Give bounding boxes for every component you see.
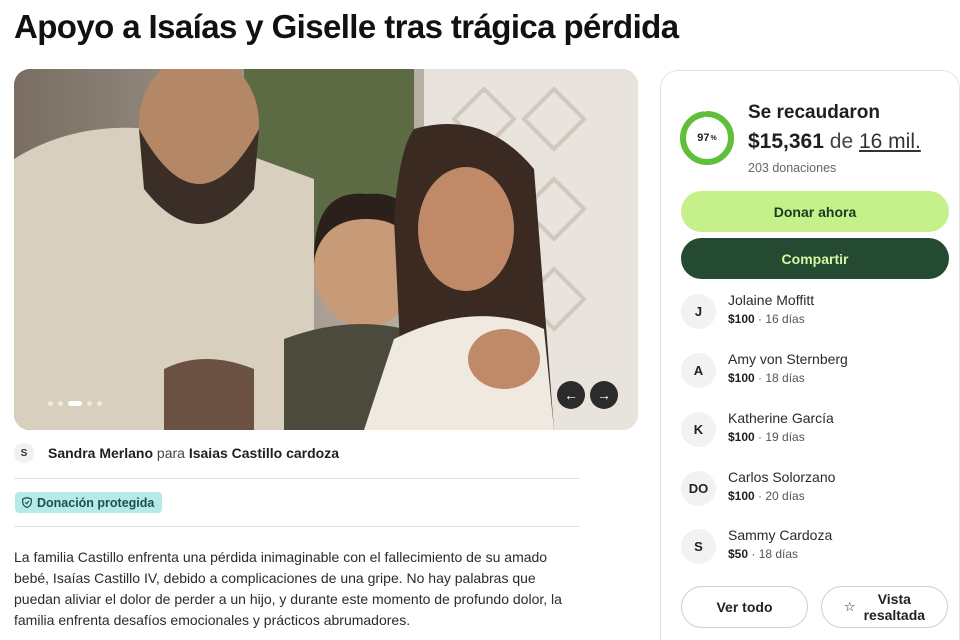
raised-amount-line: $15,361 de 16 mil.	[748, 130, 921, 154]
divider	[14, 526, 580, 527]
donor-item: J Jolaine Moffitt $100 · 16 días	[681, 292, 951, 332]
donor-time: · 19 días	[754, 430, 805, 444]
donation-card: 97% Se recaudaron $15,361 de 16 mil. 203…	[660, 70, 960, 640]
family-photo-illustration	[14, 69, 638, 430]
shield-icon	[22, 497, 32, 508]
donor-amount: $100	[728, 489, 755, 503]
featured-view-label: Vista resaltada	[864, 591, 925, 623]
donor-meta: $50 · 18 días	[728, 547, 798, 561]
star-icon: ☆	[843, 599, 856, 614]
donor-name: Carlos Solorzano	[728, 469, 836, 485]
donor-avatar: A	[681, 353, 716, 388]
donor-avatar: S	[681, 529, 716, 564]
organizer-text: Sandra Merlano para Isaias Castillo card…	[48, 445, 339, 461]
donor-avatar: K	[681, 412, 716, 447]
protected-donation-badge[interactable]: Donación protegida	[15, 492, 163, 513]
carousel-indicators[interactable]	[48, 401, 102, 406]
donor-time: · 16 días	[754, 312, 805, 326]
progress-percent-unit: %	[710, 134, 717, 142]
carousel-dot[interactable]	[58, 401, 63, 406]
carousel-dot[interactable]	[87, 401, 92, 406]
campaign-story: La familia Castillo enfrenta una pérdida…	[14, 549, 562, 628]
donor-avatar: DO	[681, 471, 716, 506]
carousel-dot-active[interactable]	[68, 401, 82, 406]
of-word: de	[829, 130, 854, 153]
donor-item: S Sammy Cardoza $50 · 18 días	[681, 527, 951, 567]
donate-now-button[interactable]: Donar ahora	[681, 191, 949, 232]
donor-avatar: J	[681, 294, 716, 329]
arrow-left-icon: ←	[564, 387, 578, 403]
donor-amount: $50	[728, 547, 749, 561]
donor-item: A Amy von Sternberg $100 · 18 días	[681, 351, 951, 391]
campaign-photo[interactable]	[14, 69, 638, 430]
divider	[14, 478, 580, 479]
featured-view-label-line2: resaltada	[863, 607, 926, 623]
donor-amount: $100	[728, 430, 755, 444]
beneficiary-name[interactable]: Isaias Castillo cardoza	[189, 445, 339, 461]
organizer-name[interactable]: Sandra Merlano	[48, 445, 153, 461]
goal-amount[interactable]: 16 mil.	[859, 130, 921, 153]
donor-name: Amy von Sternberg	[728, 351, 848, 367]
donor-amount: $100	[728, 312, 755, 326]
donor-time: · 18 días	[754, 371, 805, 385]
donor-item: K Katherine García $100 · 19 días	[681, 410, 951, 450]
donor-meta: $100 · 20 días	[728, 489, 805, 503]
featured-view-button[interactable]: ☆ Vista resaltada	[821, 586, 948, 628]
donor-name: Jolaine Moffitt	[728, 292, 815, 308]
raised-label: Se recaudaron	[748, 102, 880, 123]
carousel-prev-button[interactable]: ←	[557, 381, 585, 409]
organizer-avatar: S	[14, 443, 34, 463]
donor-name: Sammy Cardoza	[728, 527, 833, 543]
carousel-dot[interactable]	[48, 401, 53, 406]
donor-meta: $100 · 16 días	[728, 312, 805, 326]
organizer-line: S Sandra Merlano para Isaias Castillo ca…	[14, 443, 339, 463]
carousel-next-button[interactable]: →	[590, 381, 618, 409]
donor-meta: $100 · 19 días	[728, 430, 805, 444]
donor-amount: $100	[728, 371, 755, 385]
donation-count: 203 donaciones	[748, 161, 837, 175]
see-all-button[interactable]: Ver todo	[681, 586, 808, 628]
badge-label: Donación protegida	[37, 495, 155, 510]
arrow-right-icon: →	[597, 387, 611, 403]
donor-meta: $100 · 18 días	[728, 371, 805, 385]
organizer-connector: para	[156, 445, 185, 461]
carousel-dot[interactable]	[97, 401, 102, 406]
raised-amount: $15,361	[748, 130, 824, 153]
share-button[interactable]: Compartir	[681, 238, 949, 279]
donor-item: DO Carlos Solorzano $100 · 20 días	[681, 469, 951, 509]
page-title: Apoyo a Isaías y Giselle tras trágica pé…	[14, 8, 679, 45]
donor-name: Katherine García	[728, 410, 834, 426]
progress-percent-value: 97	[697, 132, 710, 144]
donor-time: · 18 días	[748, 547, 799, 561]
featured-view-label-line1: Vista	[877, 591, 911, 607]
progress-percent: 97%	[679, 110, 735, 166]
donor-time: · 20 días	[754, 489, 805, 503]
